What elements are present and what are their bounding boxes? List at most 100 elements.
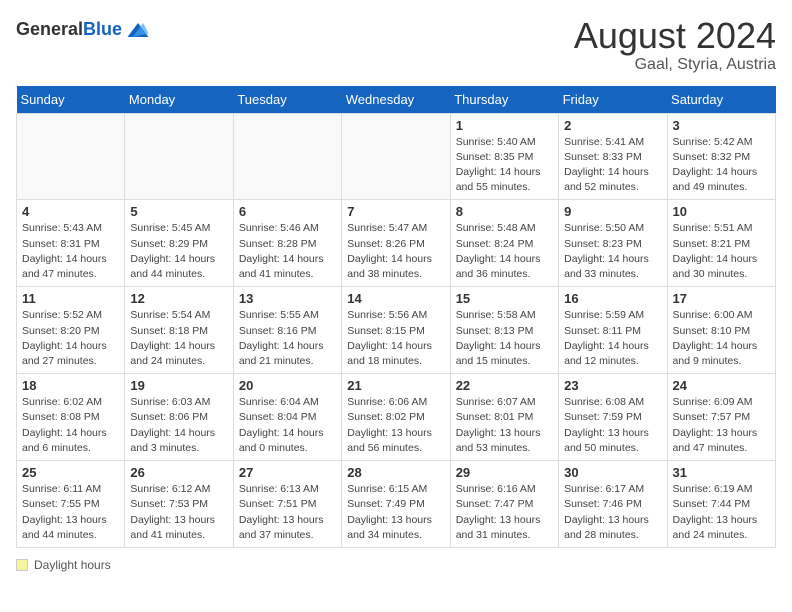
- day-of-week-header: Saturday: [667, 86, 775, 114]
- calendar-day-cell: [125, 113, 233, 200]
- day-of-week-header: Monday: [125, 86, 233, 114]
- calendar-day-cell: 18 Sunrise: 6:02 AM Sunset: 8:08 PM Dayli…: [17, 374, 125, 461]
- daylight-label: Daylight hours: [34, 558, 111, 572]
- calendar-day-cell: 13 Sunrise: 5:55 AM Sunset: 8:16 PM Dayli…: [233, 287, 341, 374]
- month-title: August 2024: [574, 16, 776, 56]
- day-number: 7: [347, 204, 444, 219]
- day-info: Sunrise: 5:50 AM Sunset: 8:23 PM Dayligh…: [564, 221, 661, 282]
- day-number: 22: [456, 378, 553, 393]
- day-number: 24: [673, 378, 770, 393]
- day-info: Sunrise: 6:00 AM Sunset: 8:10 PM Dayligh…: [673, 308, 770, 369]
- day-number: 11: [22, 291, 119, 306]
- calendar-week-row: 4Sunrise: 5:43 AM Sunset: 8:31 PM Daylig…: [17, 200, 776, 287]
- day-number: 27: [239, 465, 336, 480]
- calendar-day-cell: 1 Sunrise: 5:40 AM Sunset: 8:35 PM Daylig…: [450, 113, 558, 200]
- calendar-day-cell: 8 Sunrise: 5:48 AM Sunset: 8:24 PM Daylig…: [450, 200, 558, 287]
- day-info: Sunrise: 6:19 AM Sunset: 7:44 PM Dayligh…: [673, 482, 770, 543]
- calendar-day-cell: [233, 113, 341, 200]
- day-info: Sunrise: 6:02 AM Sunset: 8:08 PM Dayligh…: [22, 395, 119, 456]
- calendar-week-row: 18 Sunrise: 6:02 AM Sunset: 8:08 PM Dayli…: [17, 374, 776, 461]
- calendar-day-cell: 30 Sunrise: 6:17 AM Sunset: 7:46 PM Dayli…: [559, 461, 667, 548]
- day-number: 20: [239, 378, 336, 393]
- day-info: Sunrise: 5:54 AM Sunset: 8:18 PM Dayligh…: [130, 308, 227, 369]
- calendar-day-cell: 16 Sunrise: 5:59 AM Sunset: 8:11 PM Dayli…: [559, 287, 667, 374]
- day-number: 18: [22, 378, 119, 393]
- calendar-week-row: 1 Sunrise: 5:40 AM Sunset: 8:35 PM Daylig…: [17, 113, 776, 200]
- day-info: Sunrise: 5:40 AM Sunset: 8:35 PM Dayligh…: [456, 135, 553, 196]
- day-of-week-header: Wednesday: [342, 86, 450, 114]
- day-info: Sunrise: 5:46 AM Sunset: 8:28 PM Dayligh…: [239, 221, 336, 282]
- day-info: Sunrise: 6:12 AM Sunset: 7:53 PM Dayligh…: [130, 482, 227, 543]
- day-info: Sunrise: 5:47 AM Sunset: 8:26 PM Dayligh…: [347, 221, 444, 282]
- calendar-day-cell: 19 Sunrise: 6:03 AM Sunset: 8:06 PM Dayli…: [125, 374, 233, 461]
- calendar-day-cell: 3Sunrise: 5:42 AM Sunset: 8:32 PM Daylig…: [667, 113, 775, 200]
- day-number: 21: [347, 378, 444, 393]
- day-number: 13: [239, 291, 336, 306]
- calendar-day-cell: 25Sunrise: 6:11 AM Sunset: 7:55 PM Dayli…: [17, 461, 125, 548]
- calendar-day-cell: 17Sunrise: 6:00 AM Sunset: 8:10 PM Dayli…: [667, 287, 775, 374]
- footer: Daylight hours: [16, 558, 776, 572]
- day-info: Sunrise: 6:06 AM Sunset: 8:02 PM Dayligh…: [347, 395, 444, 456]
- day-info: Sunrise: 5:59 AM Sunset: 8:11 PM Dayligh…: [564, 308, 661, 369]
- day-number: 30: [564, 465, 661, 480]
- day-info: Sunrise: 6:08 AM Sunset: 7:59 PM Dayligh…: [564, 395, 661, 456]
- day-info: Sunrise: 5:45 AM Sunset: 8:29 PM Dayligh…: [130, 221, 227, 282]
- day-info: Sunrise: 6:16 AM Sunset: 7:47 PM Dayligh…: [456, 482, 553, 543]
- calendar-header-row: SundayMondayTuesdayWednesdayThursdayFrid…: [17, 86, 776, 114]
- calendar-day-cell: 5 Sunrise: 5:45 AM Sunset: 8:29 PM Daylig…: [125, 200, 233, 287]
- day-info: Sunrise: 5:42 AM Sunset: 8:32 PM Dayligh…: [673, 135, 770, 196]
- day-number: 28: [347, 465, 444, 480]
- calendar-day-cell: 15 Sunrise: 5:58 AM Sunset: 8:13 PM Dayli…: [450, 287, 558, 374]
- day-info: Sunrise: 5:58 AM Sunset: 8:13 PM Dayligh…: [456, 308, 553, 369]
- day-number: 5: [130, 204, 227, 219]
- daylight-legend-dot: [16, 559, 28, 571]
- calendar-week-row: 11Sunrise: 5:52 AM Sunset: 8:20 PM Dayli…: [17, 287, 776, 374]
- day-number: 6: [239, 204, 336, 219]
- day-number: 1: [456, 118, 553, 133]
- calendar-day-cell: 22Sunrise: 6:07 AM Sunset: 8:01 PM Dayli…: [450, 374, 558, 461]
- day-info: Sunrise: 5:48 AM Sunset: 8:24 PM Dayligh…: [456, 221, 553, 282]
- day-info: Sunrise: 5:55 AM Sunset: 8:16 PM Dayligh…: [239, 308, 336, 369]
- calendar-week-row: 25Sunrise: 6:11 AM Sunset: 7:55 PM Dayli…: [17, 461, 776, 548]
- calendar-day-cell: 24 Sunrise: 6:09 AM Sunset: 7:57 PM Dayli…: [667, 374, 775, 461]
- day-info: Sunrise: 6:17 AM Sunset: 7:46 PM Dayligh…: [564, 482, 661, 543]
- day-info: Sunrise: 5:43 AM Sunset: 8:31 PM Dayligh…: [22, 221, 119, 282]
- day-number: 31: [673, 465, 770, 480]
- calendar-day-cell: 11Sunrise: 5:52 AM Sunset: 8:20 PM Dayli…: [17, 287, 125, 374]
- day-info: Sunrise: 6:09 AM Sunset: 7:57 PM Dayligh…: [673, 395, 770, 456]
- day-number: 29: [456, 465, 553, 480]
- day-number: 8: [456, 204, 553, 219]
- calendar-day-cell: 21 Sunrise: 6:06 AM Sunset: 8:02 PM Dayli…: [342, 374, 450, 461]
- day-number: 14: [347, 291, 444, 306]
- calendar-day-cell: 23Sunrise: 6:08 AM Sunset: 7:59 PM Dayli…: [559, 374, 667, 461]
- day-info: Sunrise: 5:56 AM Sunset: 8:15 PM Dayligh…: [347, 308, 444, 369]
- calendar-day-cell: 26 Sunrise: 6:12 AM Sunset: 7:53 PM Dayli…: [125, 461, 233, 548]
- day-info: Sunrise: 6:03 AM Sunset: 8:06 PM Dayligh…: [130, 395, 227, 456]
- calendar-day-cell: 27Sunrise: 6:13 AM Sunset: 7:51 PM Dayli…: [233, 461, 341, 548]
- calendar-day-cell: [342, 113, 450, 200]
- day-info: Sunrise: 5:51 AM Sunset: 8:21 PM Dayligh…: [673, 221, 770, 282]
- day-info: Sunrise: 5:41 AM Sunset: 8:33 PM Dayligh…: [564, 135, 661, 196]
- day-number: 2: [564, 118, 661, 133]
- day-info: Sunrise: 6:11 AM Sunset: 7:55 PM Dayligh…: [22, 482, 119, 543]
- calendar-day-cell: 28 Sunrise: 6:15 AM Sunset: 7:49 PM Dayli…: [342, 461, 450, 548]
- calendar-day-cell: 4Sunrise: 5:43 AM Sunset: 8:31 PM Daylig…: [17, 200, 125, 287]
- title-block: August 2024 Gaal, Styria, Austria: [574, 16, 776, 74]
- day-number: 10: [673, 204, 770, 219]
- day-info: Sunrise: 6:15 AM Sunset: 7:49 PM Dayligh…: [347, 482, 444, 543]
- day-of-week-header: Thursday: [450, 86, 558, 114]
- day-info: Sunrise: 6:04 AM Sunset: 8:04 PM Dayligh…: [239, 395, 336, 456]
- calendar-day-cell: 14 Sunrise: 5:56 AM Sunset: 8:15 PM Dayli…: [342, 287, 450, 374]
- day-number: 15: [456, 291, 553, 306]
- logo-general-text: General: [16, 19, 83, 39]
- day-number: 9: [564, 204, 661, 219]
- calendar-day-cell: 9 Sunrise: 5:50 AM Sunset: 8:23 PM Daylig…: [559, 200, 667, 287]
- day-number: 26: [130, 465, 227, 480]
- day-number: 16: [564, 291, 661, 306]
- day-number: 19: [130, 378, 227, 393]
- logo-icon: [124, 16, 152, 44]
- day-of-week-header: Friday: [559, 86, 667, 114]
- calendar-day-cell: 2 Sunrise: 5:41 AM Sunset: 8:33 PM Daylig…: [559, 113, 667, 200]
- location-title: Gaal, Styria, Austria: [574, 56, 776, 74]
- day-number: 12: [130, 291, 227, 306]
